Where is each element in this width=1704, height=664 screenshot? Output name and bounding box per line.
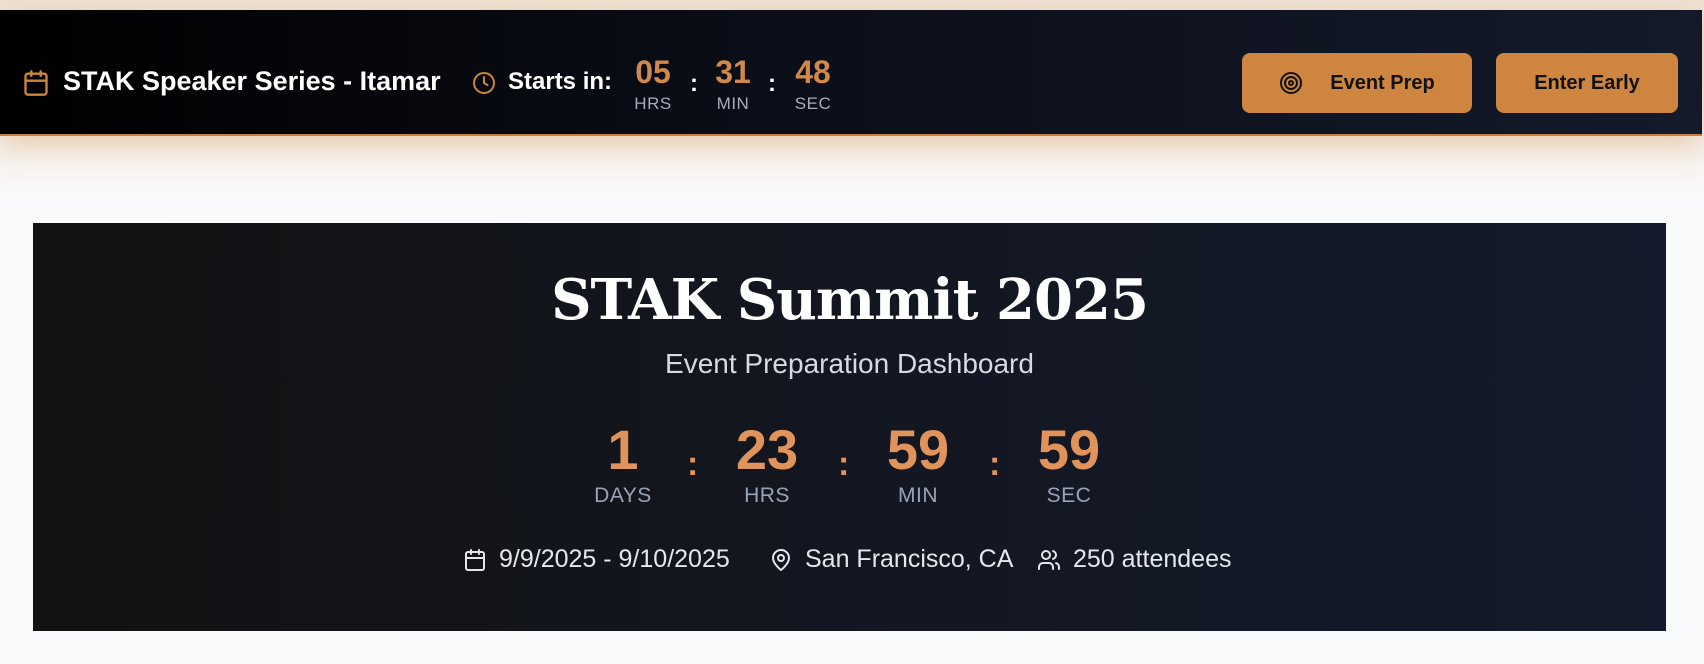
users-icon [1038, 549, 1060, 570]
countdown-minutes-value: 31 [715, 54, 751, 90]
map-pin-icon [772, 548, 790, 571]
event-attendees: 250 attendees [1037, 545, 1231, 574]
enter-early-button[interactable]: Enter Early [1496, 53, 1678, 113]
hero-hours-value: 23 [735, 418, 799, 481]
enter-early-label: Enter Early [1534, 71, 1640, 94]
event-location-text: San Francisco, CA [805, 545, 1014, 573]
target-icon [1280, 72, 1303, 94]
countdown-separator: : [690, 70, 698, 97]
event-prep-button[interactable]: Event Prep [1242, 53, 1472, 113]
event-top-bar: STAK Speaker Series - Itamar Starts in: … [0, 10, 1702, 136]
event-location: San Francisco, CA [769, 545, 1013, 574]
countdown-hours-label: HRS [634, 94, 672, 113]
hero-countdown-minutes: 59 MIN [858, 420, 978, 508]
event-title: STAK Speaker Series - Itamar [63, 66, 441, 96]
hero-days-value: 1 [607, 418, 639, 481]
starts-in-label: Starts in: [508, 68, 613, 95]
countdown-separator: : [768, 70, 776, 97]
event-attendees-text: 250 attendees [1073, 545, 1232, 573]
hero-days-label: DAYS [594, 484, 652, 507]
event-dates: 9/9/2025 - 9/10/2025 [463, 545, 730, 574]
countdown-seconds: 48 SEC [778, 54, 848, 114]
hero-seconds-value: 59 [1037, 418, 1101, 481]
clock-icon [473, 72, 495, 94]
countdown-seconds-label: SEC [794, 94, 832, 113]
countdown-minutes: 31 MIN [698, 54, 768, 114]
hero-countdown-days: 1 DAYS [563, 420, 683, 508]
hero-countdown-separator: : [989, 445, 1001, 483]
hero-minutes-value: 59 [886, 418, 950, 481]
hero-countdown-seconds: 59 SEC [1009, 420, 1129, 508]
hero-title: STAK Summit 2025 [551, 267, 1149, 333]
calendar-icon [465, 548, 485, 571]
hero-countdown-separator: : [687, 445, 699, 483]
hero-seconds-label: SEC [1046, 484, 1092, 507]
event-hero-card: STAK Summit 2025 Event Preparation Dashb… [33, 223, 1666, 631]
event-dates-text: 9/9/2025 - 9/10/2025 [499, 545, 730, 573]
hero-subtitle: Event Preparation Dashboard [665, 348, 1034, 379]
event-prep-label: Event Prep [1330, 71, 1435, 94]
hero-countdown-separator: : [838, 445, 850, 483]
hero-countdown-hours: 23 HRS [707, 420, 827, 508]
hero-minutes-label: MIN [898, 484, 938, 507]
countdown-hours: 05 HRS [618, 54, 688, 114]
countdown-seconds-value: 48 [795, 54, 831, 90]
countdown-hours-value: 05 [635, 54, 671, 90]
countdown-minutes-label: MIN [716, 94, 750, 113]
hero-hours-label: HRS [744, 484, 790, 507]
calendar-icon [24, 70, 48, 96]
